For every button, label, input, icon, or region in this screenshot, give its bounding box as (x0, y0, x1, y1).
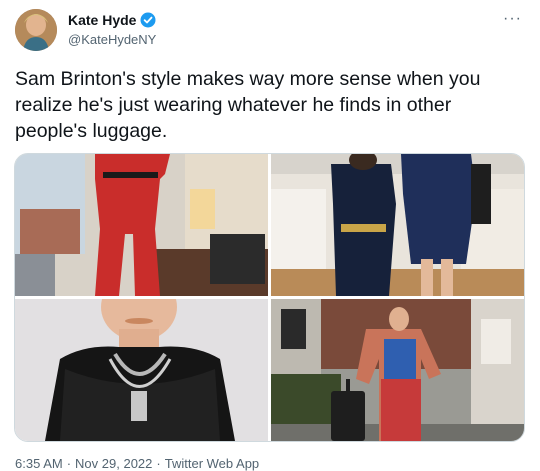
tweet-text: Sam Brinton's style makes way more sense… (15, 68, 481, 142)
user-handle[interactable]: @KateHydeNY (68, 32, 156, 47)
meta-separator-2: · (156, 456, 161, 471)
tweet-date[interactable]: Nov 29, 2022 (75, 456, 152, 471)
tweet-source[interactable]: Twitter Web App (165, 456, 259, 471)
photo-suitcase-street[interactable] (271, 299, 524, 441)
media-grid (14, 153, 525, 442)
photo-red-jumpsuit[interactable] (15, 154, 268, 296)
avatar[interactable] (15, 9, 57, 51)
verified-badge-icon (140, 12, 156, 28)
profile-photo-icon (15, 9, 57, 51)
tweet-time[interactable]: 6:35 AM (15, 456, 63, 471)
more-dots-icon[interactable]: ··· (503, 10, 522, 28)
photo-navy-uniform[interactable] (271, 154, 524, 296)
photo-lace-top-necklace[interactable] (15, 299, 268, 441)
meta-separator: · (66, 456, 72, 471)
display-name[interactable]: Kate Hyde (68, 12, 136, 28)
tweet-meta: 6:35 AM · Nov 29, 2022 · Twitter Web App (15, 456, 259, 471)
